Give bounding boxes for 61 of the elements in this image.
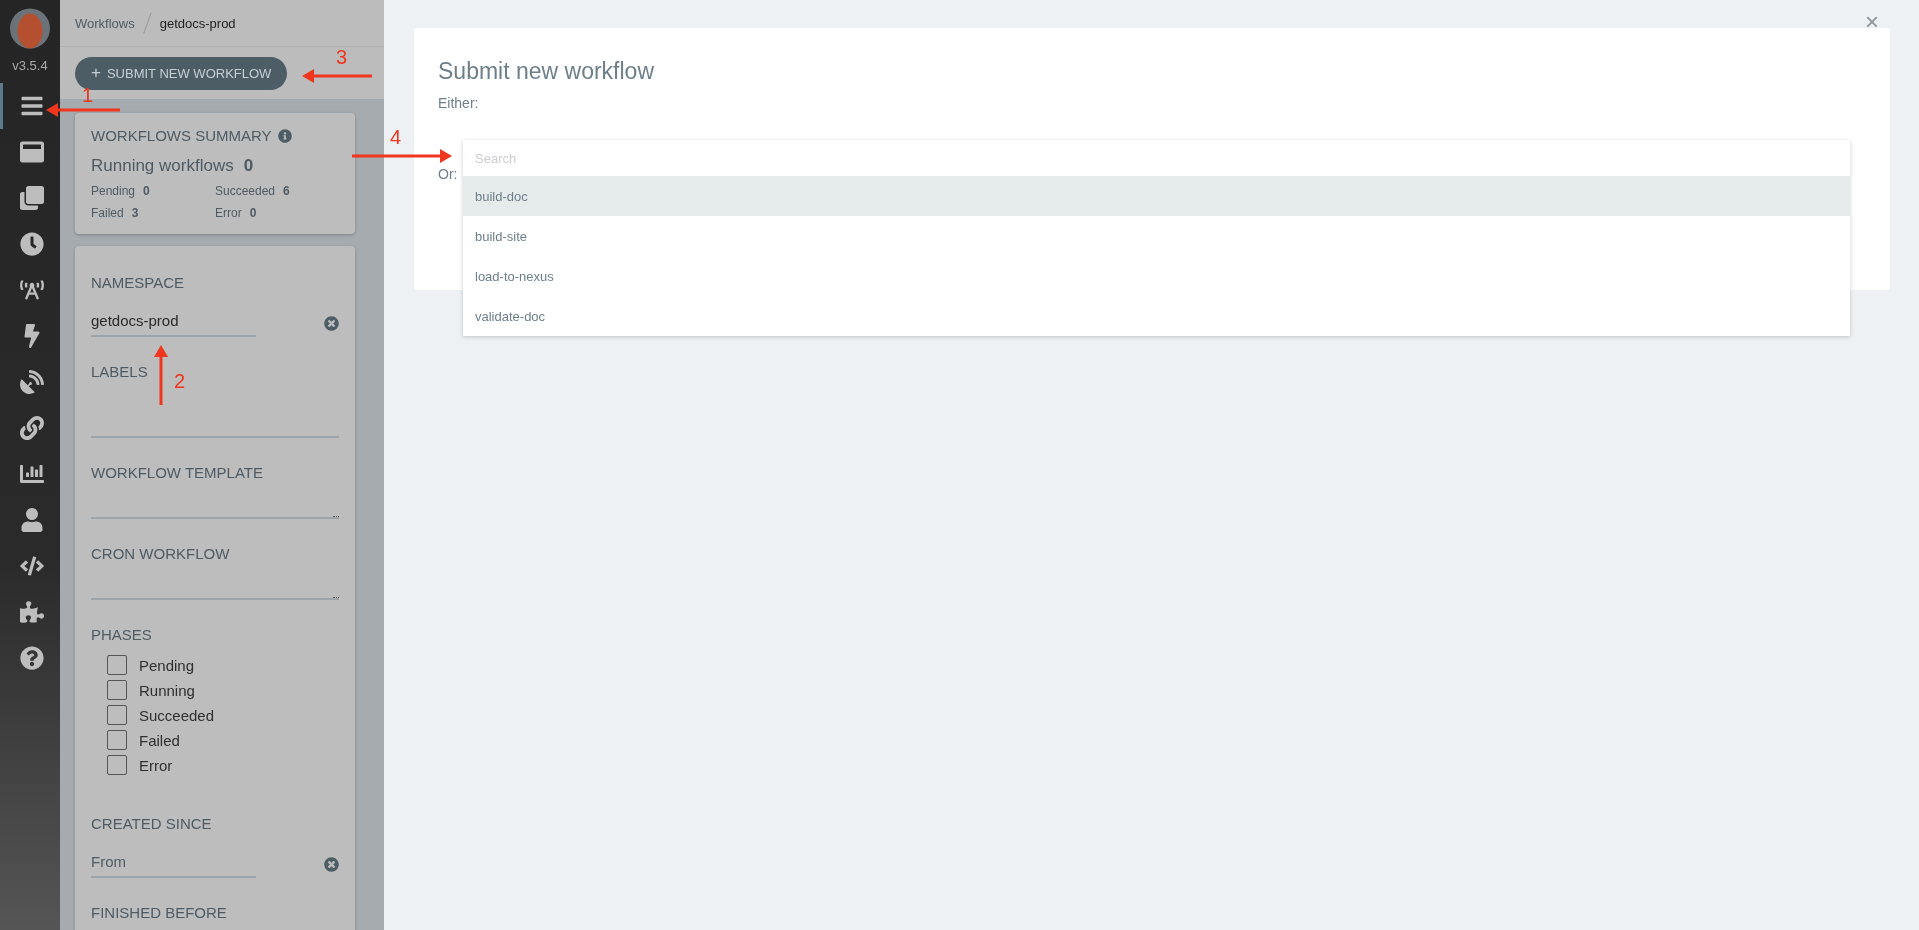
window-icon xyxy=(19,140,44,164)
satellite-dish-icon xyxy=(19,370,44,394)
filter-label: CRON WORKFLOW xyxy=(91,545,231,562)
stat-value: 3 xyxy=(131,206,139,220)
modal-title: Submit new workflow xyxy=(438,58,656,85)
clear-icon[interactable] xyxy=(324,856,339,872)
antenna-icon xyxy=(19,278,44,302)
dropdown-option[interactable]: build-doc xyxy=(463,176,1850,216)
checkbox[interactable] xyxy=(107,705,127,725)
checkbox[interactable] xyxy=(107,755,127,775)
stat-label: Failed xyxy=(91,206,124,220)
annotation-arrow xyxy=(153,345,169,405)
filter-label: WORKFLOW TEMPLATE xyxy=(91,464,264,481)
checkbox[interactable] xyxy=(107,655,127,675)
puzzle-icon xyxy=(19,600,44,624)
phase-label: Succeeded xyxy=(139,706,215,724)
annotation-arrow xyxy=(302,68,372,84)
clock-icon xyxy=(19,232,44,256)
either-label: Either: xyxy=(438,95,480,111)
breadcrumb-link[interactable]: Workflows xyxy=(75,15,135,31)
summary-title: WORKFLOWS SUMMARY xyxy=(91,127,272,144)
phase-label: Error xyxy=(139,756,173,774)
checkbox[interactable] xyxy=(107,730,127,750)
filter-label: FINISHED BEFORE xyxy=(91,904,228,921)
dropdown-option[interactable]: build-site xyxy=(463,216,1850,256)
annotation-number: 3 xyxy=(336,46,348,69)
annotation-number: 2 xyxy=(174,370,186,393)
stat-label: Pending xyxy=(91,184,136,198)
checkbox[interactable] xyxy=(107,680,127,700)
breadcrumb-link[interactable]: getdocs-prod xyxy=(159,15,236,31)
bar-chart-icon xyxy=(19,462,44,486)
or-label: Or: xyxy=(438,166,459,182)
user-icon xyxy=(19,508,44,532)
dropdown-option[interactable]: validate-doc xyxy=(463,296,1850,336)
phase-label: Pending xyxy=(139,656,195,674)
filter-label: PHASES xyxy=(91,626,153,643)
stat-value: 0 xyxy=(249,206,257,220)
phase-label: Failed xyxy=(139,731,180,749)
copy-icon xyxy=(19,186,44,210)
info-icon[interactable] xyxy=(277,128,292,143)
stat-label: Error xyxy=(215,206,242,220)
stat-value: 6 xyxy=(283,184,290,198)
stat-label: Succeeded xyxy=(215,184,276,198)
filter-label: NAMESPACE xyxy=(91,274,186,291)
annotation-number: 4 xyxy=(390,126,402,149)
stat-value: 0 xyxy=(143,184,150,198)
code-icon xyxy=(19,554,44,578)
help-icon xyxy=(19,646,44,670)
close-button[interactable]: × xyxy=(1865,10,1879,34)
menu-icon xyxy=(19,94,44,118)
clear-icon[interactable] xyxy=(324,315,339,331)
filter-label: LABELS xyxy=(91,363,149,380)
running-label: Running workflows xyxy=(91,156,234,176)
dropdown-option[interactable]: load-to-nexus xyxy=(463,256,1850,296)
filter-label: CREATED SINCE xyxy=(91,815,213,832)
from-field[interactable]: From xyxy=(91,850,256,878)
link-icon xyxy=(19,416,44,440)
phase-label: Running xyxy=(139,681,195,699)
version-label: v3.5.4 xyxy=(12,58,48,73)
namespace-field[interactable]: getdocs-prod xyxy=(91,309,256,337)
running-count: 0 xyxy=(243,156,254,176)
